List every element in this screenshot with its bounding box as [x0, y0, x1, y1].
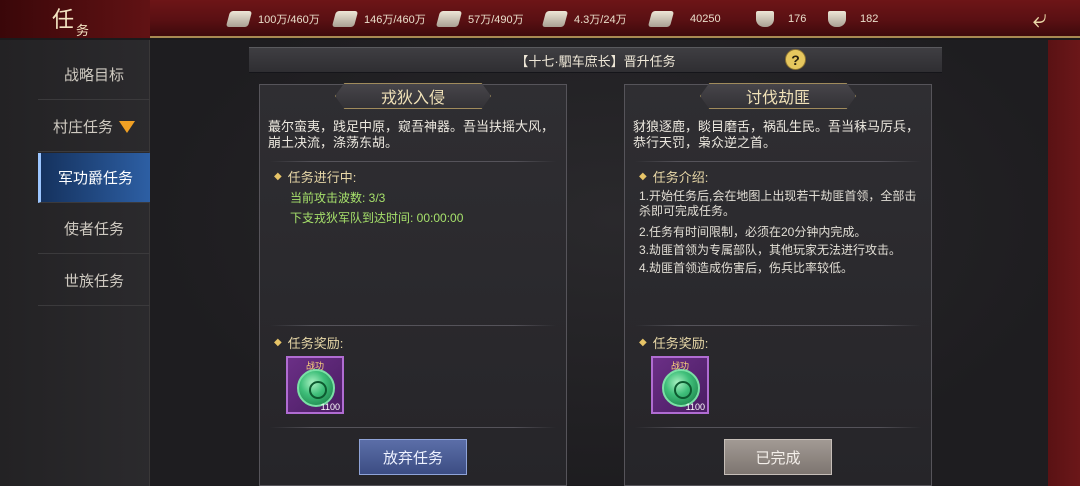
wheat-icon	[225, 11, 253, 27]
section-title: 任务进行中:	[287, 170, 357, 185]
sidebar-item-strategic-goals[interactable]: 战略目标	[38, 50, 150, 100]
sidebar-item-military-rank-tasks[interactable]: 军功爵任务	[38, 153, 150, 203]
back-button[interactable]: ⤶	[1010, 4, 1070, 34]
panel-description: 蕞尔蛮夷，践足中原，窥吾神器。吾当扶摇大风，崩土决流，涤荡东胡。	[268, 119, 555, 150]
sidebar-item-label: 村庄任务	[52, 119, 113, 136]
task-rule-line: 2.任务有时间限制，必须在20分钟内完成。	[639, 225, 867, 239]
completed-button[interactable]: 已完成	[724, 439, 832, 475]
sidebar-item-envoy-tasks[interactable]: 使者任务	[38, 204, 150, 254]
title-main-char: 任	[52, 8, 77, 33]
divider	[635, 325, 921, 326]
silver-icon	[828, 11, 846, 27]
button-label: 已完成	[755, 449, 801, 467]
task-rule-line: 4.劫匪首领造成伤害后，伤兵比率较低。	[639, 261, 854, 275]
top-bar: 任务 100万/460万 146万/460万 57万/490万 4.3万/24万…	[0, 0, 1080, 39]
sidebar-item-label: 世族任务	[63, 273, 124, 290]
diamond-bullet-icon: ◆	[639, 337, 647, 348]
attack-wave-progress: 当前攻击波数: 3/3	[290, 191, 386, 205]
sidebar-item-village-tasks[interactable]: 村庄任务	[38, 102, 150, 152]
divider	[635, 427, 921, 428]
abandon-task-button[interactable]: 放弃任务	[359, 439, 467, 475]
divider	[270, 427, 556, 428]
reward-title: 任务奖励:	[652, 336, 709, 351]
sidebar: 战略目标 村庄任务 军功爵任务 使者任务 世族任务	[0, 40, 150, 486]
right-frame	[1048, 40, 1080, 486]
panel-title-text: 戎狄入侵	[380, 88, 445, 107]
resource-value: 4.3万/24万	[574, 14, 627, 26]
lumber-icon	[331, 11, 359, 27]
panel-description: 豺狼逐鹿，睒目磨舌，祸乱生民。吾当秣马厉兵，恭行天罚，枭众逆之首。	[633, 119, 920, 150]
sidebar-item-label: 军功爵任务	[57, 170, 133, 187]
resource-value: 182	[860, 13, 879, 25]
reward-item[interactable]: 战功 1100	[651, 356, 709, 414]
resource-stone[interactable]: 57万/490万	[435, 9, 524, 29]
alert-triangle-icon	[119, 120, 135, 133]
resource-value: 176	[788, 13, 807, 25]
divider	[270, 325, 556, 326]
section-header: ◆ 任务介绍:	[639, 167, 708, 186]
reward-header: ◆ 任务奖励:	[639, 333, 708, 352]
panel-title: 讨伐劫匪	[700, 83, 856, 109]
diamond-bullet-icon: ◆	[639, 171, 647, 182]
section-header: ◆ 任务进行中:	[274, 167, 356, 186]
resource-iron[interactable]: 4.3万/24万	[541, 9, 627, 29]
reward-item[interactable]: 战功 1100	[286, 356, 344, 414]
rank-title: 【十七·駟车庶长】晋升任务	[515, 53, 676, 69]
task-panel-left: 戎狄入侵 蕞尔蛮夷，践足中原，窥吾神器。吾当扶摇大风，崩土决流，涤荡东胡。 ◆ …	[259, 83, 567, 486]
resource-value: 40250	[690, 13, 721, 25]
resource-lumber[interactable]: 146万/460万	[331, 9, 426, 29]
section-title: 任务介绍:	[652, 170, 709, 185]
divider	[270, 161, 556, 162]
resource-value: 57万/490万	[468, 14, 524, 26]
back-arrow-icon: ⤶	[1032, 3, 1048, 33]
sidebar-item-clan-tasks[interactable]: 世族任务	[38, 256, 150, 306]
diamond-bullet-icon: ◆	[274, 337, 282, 348]
button-label: 放弃任务	[382, 449, 443, 467]
resource-silver[interactable]: 182	[828, 9, 878, 29]
diamond-bullet-icon: ◆	[274, 171, 282, 182]
resource-value: 100万/460万	[258, 14, 320, 26]
feather-icon	[647, 11, 675, 27]
gold-icon	[756, 11, 774, 27]
rank-title-bar: 【十七·駟车庶长】晋升任务	[249, 47, 942, 73]
task-rule-line: 1.开始任务后,会在地图上出现若干劫匪首领，全部击杀即可完成任务。	[639, 189, 917, 218]
sidebar-item-label: 战略目标	[63, 67, 124, 84]
reward-quantity: 1100	[685, 402, 705, 412]
help-button[interactable]: ?	[785, 49, 806, 70]
reward-quantity: 1100	[320, 402, 340, 412]
page-title: 任务	[52, 2, 91, 39]
next-wave-timer: 下支戎狄军队到达时间: 00:00:00	[290, 211, 464, 225]
resource-feather[interactable]: 40250	[647, 9, 721, 29]
reward-title: 任务奖励:	[287, 336, 344, 351]
resource-wheat[interactable]: 100万/460万	[225, 9, 320, 29]
title-sub-char: 务	[76, 24, 92, 39]
question-mark-icon: ?	[791, 52, 800, 68]
resource-gold[interactable]: 176	[756, 9, 806, 29]
task-rule-line: 3.劫匪首领为专属部队，其他玩家无法进行攻击。	[639, 243, 902, 257]
reward-header: ◆ 任务奖励:	[274, 333, 343, 352]
divider	[635, 161, 921, 162]
panel-title: 戎狄入侵	[335, 83, 491, 109]
sidebar-item-label: 使者任务	[63, 221, 124, 238]
resource-value: 146万/460万	[364, 14, 426, 26]
iron-icon	[541, 11, 569, 27]
task-panel-right: 讨伐劫匪 豺狼逐鹿，睒目磨舌，祸乱生民。吾当秣马厉兵，恭行天罚，枭众逆之首。 ◆…	[624, 83, 932, 486]
panel-title-text: 讨伐劫匪	[745, 88, 810, 107]
stone-icon	[435, 11, 463, 27]
